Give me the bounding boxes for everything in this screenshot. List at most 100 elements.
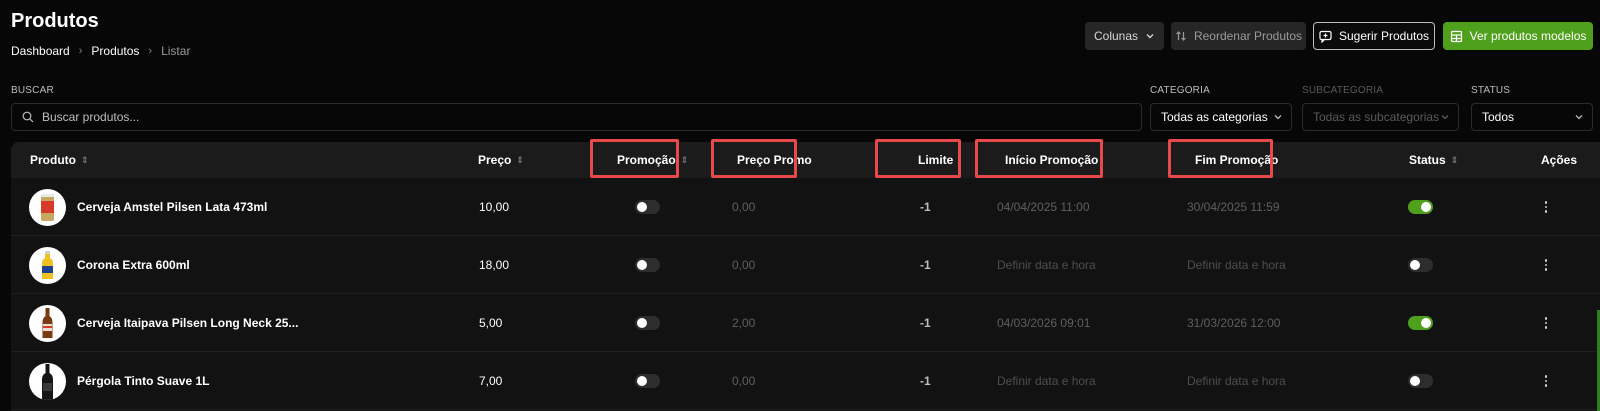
column-header-acoes: Ações: [1541, 142, 1577, 178]
more-vertical-icon: [1539, 374, 1553, 388]
promo-toggle[interactable]: [635, 294, 660, 352]
column-header-status[interactable]: Status ⇕: [1409, 142, 1458, 178]
more-vertical-icon: [1539, 258, 1553, 272]
column-label: Fim Promoção: [1195, 153, 1279, 167]
chevron-right-icon: ›: [148, 45, 153, 57]
search-input[interactable]: [42, 110, 1141, 124]
subcategory-select-value: Todas as subcategorias: [1313, 110, 1440, 124]
status-toggle[interactable]: [1408, 294, 1433, 352]
status-toggle[interactable]: [1408, 178, 1433, 236]
reorder-products-button[interactable]: Reordenar Produtos: [1171, 22, 1306, 50]
product-price: 7,00: [479, 374, 503, 388]
search-field[interactable]: [11, 103, 1142, 131]
product-name[interactable]: Pérgola Tinto Suave 1L: [77, 352, 209, 410]
row-actions-menu[interactable]: [1539, 178, 1553, 236]
message-plus-icon: [1319, 30, 1332, 43]
promo-end[interactable]: Definir data e hora: [1187, 236, 1286, 294]
promo-end[interactable]: Definir data e hora: [1187, 352, 1286, 410]
category-select[interactable]: Todas as categorias: [1150, 103, 1292, 131]
sort-icon: ⇕: [516, 154, 524, 165]
status-toggle[interactable]: [1408, 352, 1433, 410]
more-vertical-icon: [1539, 200, 1553, 214]
subcategory-select[interactable]: Todas as subcategorias: [1302, 103, 1459, 131]
reorder-products-label: Reordenar Produtos: [1193, 29, 1303, 43]
view-model-products-label: Ver produtos modelos: [1469, 29, 1587, 43]
product-name[interactable]: Corona Extra 600ml: [77, 236, 190, 294]
column-label: Preço: [478, 153, 512, 167]
column-header-promocao[interactable]: Promoção ⇕: [617, 142, 688, 178]
table-row: Corona Extra 600ml 18,00 0,00 -1 Definir…: [11, 236, 1600, 294]
breadcrumb-dashboard[interactable]: Dashboard: [11, 44, 70, 58]
row-actions-menu[interactable]: [1539, 352, 1553, 410]
sort-icon: ⇕: [680, 154, 689, 165]
promo-start[interactable]: 04/03/2026 09:01: [997, 294, 1090, 352]
promo-price: 0,00: [732, 258, 756, 272]
promo-limit: -1: [920, 258, 931, 272]
promo-end[interactable]: 30/04/2025 11:59: [1187, 178, 1280, 236]
promo-price: 0,00: [732, 200, 756, 214]
column-header-inicio-promocao: Início Promoção: [1005, 142, 1098, 178]
column-label: Status: [1409, 153, 1446, 167]
product-price: 5,00: [479, 316, 503, 330]
breadcrumb-produtos[interactable]: Produtos: [91, 44, 139, 58]
promo-start[interactable]: Definir data e hora: [997, 236, 1096, 294]
chevron-down-icon: [1273, 112, 1283, 122]
product-price: 10,00: [479, 200, 510, 214]
suggest-products-button[interactable]: Sugerir Produtos: [1313, 22, 1435, 50]
chevron-down-icon: [1574, 112, 1584, 122]
column-label: Produto: [30, 153, 76, 167]
promo-limit: -1: [920, 374, 931, 388]
breadcrumb: Dashboard › Produtos › Listar: [11, 44, 190, 58]
status-toggle[interactable]: [1408, 236, 1433, 294]
promo-start[interactable]: Definir data e hora: [997, 352, 1096, 410]
chevron-right-icon: ›: [78, 45, 83, 57]
promo-limit: -1: [920, 200, 931, 214]
promo-price: 0,00: [732, 374, 756, 388]
subcategory-label: SUBCATEGORIA: [1302, 85, 1384, 96]
search-label: BUSCAR: [11, 85, 54, 96]
more-vertical-icon: [1539, 316, 1553, 330]
status-label: STATUS: [1471, 85, 1511, 96]
product-image: [29, 363, 66, 400]
column-label: Limite: [918, 153, 954, 167]
layout-grid-icon: [1450, 30, 1463, 43]
promo-limit: -1: [920, 316, 931, 330]
status-select-value: Todos: [1482, 110, 1515, 124]
promo-start[interactable]: 04/04/2025 11:00: [997, 178, 1090, 236]
column-label: Início Promoção: [1005, 153, 1099, 167]
promo-toggle[interactable]: [635, 178, 660, 236]
table-header: Produto ⇕ Preço ⇕ Promoção ⇕ Preço Promo Li…: [11, 142, 1600, 178]
products-table: Produto ⇕ Preço ⇕ Promoção ⇕ Preço Promo Li…: [11, 142, 1600, 411]
table-row: Cerveja Amstel Pilsen Lata 473ml 10,00 0…: [11, 178, 1600, 236]
product-image: [29, 305, 66, 342]
columns-button[interactable]: Colunas: [1085, 22, 1164, 50]
promo-toggle[interactable]: [635, 352, 660, 410]
promo-toggle[interactable]: [635, 236, 660, 294]
column-header-preco[interactable]: Preço ⇕: [478, 142, 524, 178]
column-label: Promoção: [617, 153, 676, 167]
column-header-preco-promo: Preço Promo: [737, 142, 812, 178]
column-label: Ações: [1541, 153, 1578, 167]
view-model-products-button[interactable]: Ver produtos modelos: [1443, 22, 1593, 50]
promo-price: 2,00: [732, 316, 756, 330]
product-image: [29, 189, 66, 226]
search-icon: [22, 111, 34, 123]
product-name[interactable]: Cerveja Itaipava Pilsen Long Neck 25...: [77, 294, 298, 352]
product-name[interactable]: Cerveja Amstel Pilsen Lata 473ml: [77, 178, 267, 236]
page-title: Produtos: [11, 10, 99, 32]
columns-button-label: Colunas: [1093, 29, 1139, 43]
sort-arrows-icon: [1175, 30, 1187, 42]
status-select[interactable]: Todos: [1471, 103, 1593, 131]
row-actions-menu[interactable]: [1539, 294, 1553, 352]
suggest-products-label: Sugerir Produtos: [1338, 29, 1430, 43]
column-header-produto[interactable]: Produto ⇕: [30, 142, 89, 178]
row-actions-menu[interactable]: [1539, 236, 1553, 294]
category-label: CATEGORIA: [1150, 85, 1210, 96]
sort-icon: ⇕: [81, 154, 89, 165]
chevron-down-icon: [1440, 112, 1450, 122]
category-select-value: Todas as categorias: [1161, 110, 1268, 124]
table-row: Cerveja Itaipava Pilsen Long Neck 25... …: [11, 294, 1600, 352]
promo-end[interactable]: 31/03/2026 12:00: [1187, 294, 1280, 352]
column-header-fim-promocao: Fim Promoção: [1195, 142, 1278, 178]
breadcrumb-listar: Listar: [161, 44, 191, 58]
